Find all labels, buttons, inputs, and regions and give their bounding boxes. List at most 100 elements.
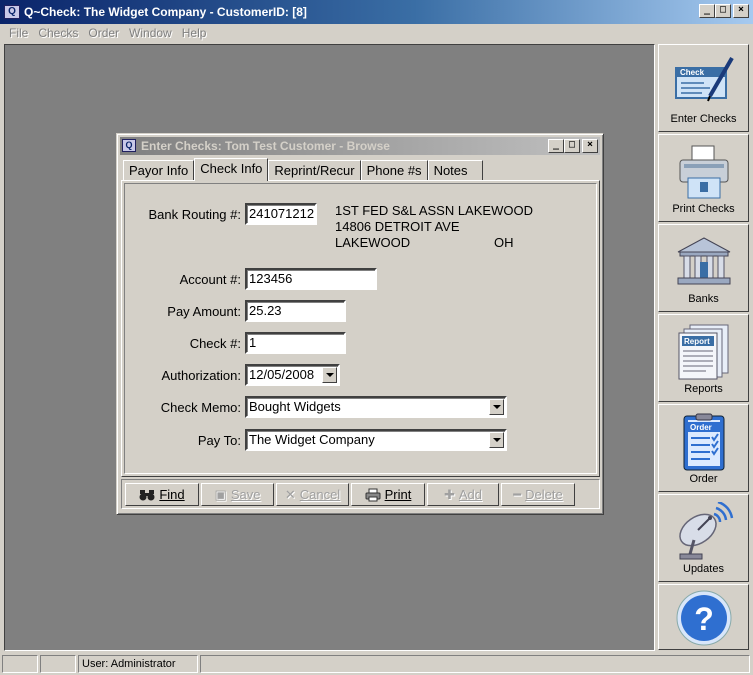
dialog-minimize-button[interactable]: _ — [548, 139, 564, 153]
window-controls: _ □ × — [699, 4, 749, 18]
dialog-title: Enter Checks: Tom Test Customer - Browse — [141, 139, 390, 153]
sidebar-item-banks[interactable]: Banks — [658, 224, 749, 312]
window-title: Q~Check: The Widget Company - CustomerID… — [24, 5, 307, 19]
minimize-button[interactable]: _ — [699, 4, 715, 18]
date-dropdown-button[interactable] — [322, 367, 337, 383]
save-label: Save — [230, 487, 261, 502]
sidebar-item-label: Banks — [688, 293, 719, 305]
bank-building-icon — [677, 237, 730, 285]
status-panel — [40, 655, 76, 673]
check-info-form: Bank Routing #: 241071212 1ST FED S&L AS… — [124, 183, 597, 474]
sidebar-item-label: Order — [689, 473, 718, 485]
print-button[interactable]: Print — [351, 483, 425, 506]
sidebar-item-label: Print Checks — [672, 203, 735, 215]
binoculars-icon — [139, 489, 155, 500]
bank-address: 14806 DETROIT AVE — [335, 219, 460, 234]
tab-notes[interactable]: Notes — [427, 160, 483, 180]
reports-icon: Report — [678, 324, 728, 380]
menu-window[interactable]: Window — [129, 26, 172, 40]
svg-text:Order: Order — [690, 423, 712, 432]
help-question-icon: ? — [676, 590, 731, 646]
sidebar-item-order[interactable]: Order Order — [658, 404, 749, 492]
sidebar-item-print-checks[interactable]: Print Checks — [658, 134, 749, 222]
menu-checks[interactable]: Checks — [38, 26, 78, 40]
tab-phone-numbers[interactable]: Phone #s — [360, 160, 428, 180]
find-button[interactable]: Find — [125, 483, 199, 506]
tab-payor-info[interactable]: Payor Info — [123, 160, 195, 180]
dialog-app-icon[interactable]: Q — [122, 139, 136, 152]
status-panel — [2, 655, 38, 673]
floppy-disk-icon: ▣ — [214, 486, 227, 502]
find-label: Find — [159, 487, 185, 502]
menu-order[interactable]: Order — [88, 26, 119, 40]
menu-file[interactable]: File — [9, 26, 28, 40]
dialog-close-button[interactable]: × — [582, 139, 598, 153]
delete-label: Delete — [525, 487, 563, 502]
add-button[interactable]: ✚ Add — [427, 483, 499, 506]
svg-text:Report: Report — [684, 337, 710, 346]
sidebar-item-label: Enter Checks — [670, 113, 737, 125]
sidebar-item-updates[interactable]: Updates — [658, 494, 749, 582]
authorization-date-field[interactable]: 12/05/2008 — [245, 364, 340, 386]
plus-icon: ✚ — [443, 486, 455, 502]
pay-to-label: Pay To: — [197, 433, 241, 448]
app-icon[interactable]: Q — [4, 5, 20, 19]
sidebar-item-label: Reports — [684, 383, 723, 395]
menu-help[interactable]: Help — [182, 26, 207, 40]
svg-text:?: ? — [694, 601, 714, 637]
check-info-panel: Bank Routing #: 241071212 1ST FED S&L AS… — [121, 180, 600, 477]
status-bar: User: Administrator — [0, 653, 753, 675]
check-number-label: Check #: — [189, 336, 241, 351]
pay-amount-field[interactable]: 25.23 — [245, 300, 346, 322]
sidebar-item-label: Updates — [683, 563, 724, 575]
status-panel — [200, 655, 750, 673]
sidebar-item-reports[interactable]: Report Reports — [658, 314, 749, 402]
bank-name: 1ST FED S&L ASSN LAKEWOOD — [335, 203, 533, 218]
memo-label: Check Memo: — [160, 400, 241, 415]
add-label: Add — [458, 487, 483, 502]
close-button[interactable]: × — [733, 4, 749, 18]
main-title-bar[interactable]: Q Q~Check: The Widget Company - Customer… — [0, 0, 753, 24]
pay-to-value: The Widget Company — [249, 432, 375, 447]
svg-text:Check: Check — [680, 68, 705, 77]
save-button[interactable]: ▣ Save — [201, 483, 274, 506]
dialog-title-bar[interactable]: Q Enter Checks: Tom Test Customer - Brow… — [120, 137, 600, 155]
sidebar-toolbar: Check Enter Checks Print Checks Banks Re… — [657, 44, 750, 651]
delete-button[interactable]: ━ Delete — [501, 483, 575, 506]
bank-city: LAKEWOOD — [335, 235, 411, 250]
cancel-label: Cancel — [299, 487, 341, 502]
sidebar-item-enter-checks[interactable]: Check Enter Checks — [658, 44, 749, 132]
routing-label: Bank Routing #: — [148, 207, 241, 222]
cancel-button[interactable]: ✕ Cancel — [276, 483, 349, 506]
check-pen-icon: Check — [674, 56, 734, 102]
satellite-dish-icon — [678, 502, 733, 560]
sidebar-item-help[interactable]: ? — [658, 584, 749, 650]
check-memo-value: Bought Widgets — [249, 399, 341, 414]
x-cancel-icon: ✕ — [284, 486, 296, 502]
routing-number-field[interactable]: 241071212 — [245, 203, 317, 225]
print-label: Print — [384, 487, 412, 502]
minus-icon: ━ — [513, 486, 522, 502]
tab-reprint-recur[interactable]: Reprint/Recur — [268, 160, 361, 180]
check-number-field[interactable]: 1 — [245, 332, 346, 354]
bank-state: OH — [494, 235, 514, 250]
pay-amount-label: Pay Amount: — [167, 304, 241, 319]
record-toolbar: Find ▣ Save ✕ Cancel Print ✚ Add ━ Delet… — [121, 479, 600, 509]
dialog-maximize-button[interactable]: □ — [564, 139, 580, 153]
check-memo-select[interactable]: Bought Widgets — [245, 396, 507, 418]
tab-check-info[interactable]: Check Info — [194, 158, 269, 181]
memo-dropdown-button[interactable] — [489, 399, 504, 415]
enter-checks-dialog: Q Enter Checks: Tom Test Customer - Brow… — [116, 133, 604, 515]
pay-to-dropdown-button[interactable] — [489, 432, 504, 448]
pay-to-select[interactable]: The Widget Company — [245, 429, 507, 451]
status-user: User: Administrator — [78, 655, 198, 673]
menu-bar: File Checks Order Window Help — [0, 24, 753, 42]
maximize-button[interactable]: □ — [715, 4, 731, 18]
account-label: Account #: — [179, 272, 241, 287]
account-number-field[interactable]: 123456 — [245, 268, 377, 290]
authorization-label: Authorization: — [161, 368, 242, 383]
dialog-window-controls: _ □ × — [548, 139, 598, 153]
dialog-tabs: Payor Info Check Info Reprint/Recur Phon… — [123, 158, 483, 181]
printer-icon — [365, 488, 381, 501]
authorization-date-value: 12/05/2008 — [249, 367, 315, 382]
